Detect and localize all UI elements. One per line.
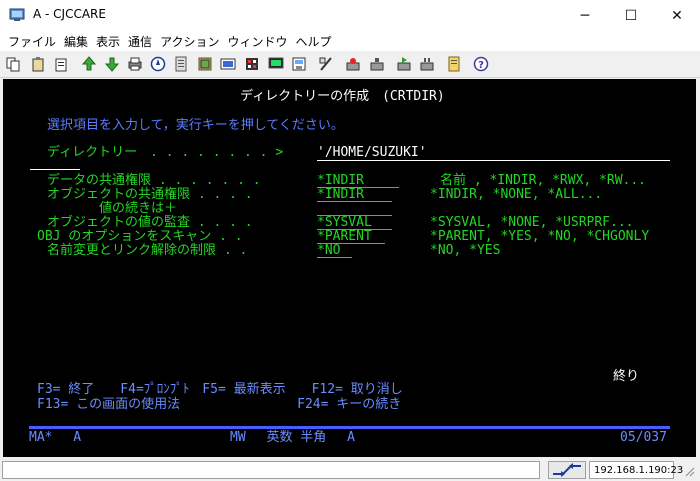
choices-scan-option: *PARENT, *YES, *NO, *CHGONLY xyxy=(430,229,650,244)
terminal-app-icon xyxy=(9,8,25,21)
upload-icon[interactable] xyxy=(80,55,98,73)
macro-icon[interactable] xyxy=(219,55,237,73)
help-icon[interactable]: ? xyxy=(472,55,490,73)
input-restrict-rename-underline xyxy=(317,257,352,258)
input-object-authority[interactable]: *INDIR xyxy=(317,188,364,202)
menu-file[interactable]: ファイル xyxy=(4,33,60,50)
download-icon[interactable] xyxy=(103,55,121,73)
window-title: A - CJCCARE xyxy=(33,7,106,21)
label-object-authority: オブジェクトの共通権限 . . . . xyxy=(47,187,253,202)
connection-status-icon xyxy=(548,461,586,479)
stop-icon[interactable] xyxy=(368,55,386,73)
print-icon[interactable] xyxy=(126,55,144,73)
paste-icon[interactable] xyxy=(29,55,47,73)
label-data-authority: データの共通権限 . . . . . . . xyxy=(47,173,261,188)
status-message-field xyxy=(2,461,540,479)
display-icon[interactable] xyxy=(267,55,285,73)
oia-session: MA* A xyxy=(29,430,82,445)
label-scan-option: OBJ のオプションをスキャン . . xyxy=(37,229,243,244)
keyboard-icon[interactable] xyxy=(317,55,335,73)
menu-edit[interactable]: 編集 xyxy=(60,33,92,50)
function-keys-line-2[interactable]: F13= この画面の使用法 F24= キーの続き xyxy=(37,398,401,412)
oia-cursor-position: 05/037 xyxy=(620,430,667,445)
menu-help[interactable]: ヘルプ xyxy=(291,33,335,50)
oia-mode: MW 英数 半角 A xyxy=(230,430,355,445)
disk-icon[interactable] xyxy=(290,55,308,73)
label-restrict-rename: 名前変更とリンク解除の制限 . . xyxy=(47,243,248,258)
title-bar: A - CJCCARE ─ ☐ ✕ xyxy=(0,0,700,31)
choices-object-authority: *INDIR, *NONE, *ALL... xyxy=(430,187,603,202)
end-label: 終り xyxy=(613,369,640,384)
maximize-button[interactable]: ☐ xyxy=(608,0,654,31)
minimize-button[interactable]: ─ xyxy=(562,0,608,31)
svg-text:?: ? xyxy=(478,60,484,71)
status-bar: 192.168.1.190:23 xyxy=(0,458,700,481)
label-more-values: 値の続きは＋ xyxy=(47,201,178,216)
menu-bar: ファイル 編集 表示 通信 アクション ウィンドウ ヘルプ xyxy=(0,31,700,51)
input-scan-option[interactable]: *PARENT xyxy=(317,230,372,244)
host-address: 192.168.1.190:23 xyxy=(589,461,683,479)
dir-input-underline xyxy=(317,160,670,161)
keypad-icon[interactable] xyxy=(243,55,261,73)
choices-restrict-rename: *NO, *YES xyxy=(430,243,501,258)
menu-action[interactable]: アクション xyxy=(156,33,223,50)
input-data-authority[interactable]: *INDIR xyxy=(317,174,364,188)
function-keys-line-1[interactable]: F3= 終了 F4=ﾌﾟﾛﾝﾌﾟﾄ F5= 最新表示 F12= 取り消し xyxy=(37,383,403,397)
terminal-screen[interactable]: ディレクトリーの作成 (CRTDIR) 選択項目を入力して，実行キーを押してくだ… xyxy=(3,79,696,457)
input-object-audit[interactable]: *SYSVAL xyxy=(317,216,372,230)
screen-title: ディレクトリーの作成 (CRTDIR) xyxy=(240,89,445,104)
label-object-audit: オブジェクトの値の監査 . . . . xyxy=(47,215,253,230)
record-icon[interactable] xyxy=(344,55,362,73)
menu-communication[interactable]: 通信 xyxy=(124,33,156,50)
clipboard-icon[interactable] xyxy=(52,55,70,73)
choices-object-audit: *SYSVAL, *NONE, *USRPRF... xyxy=(430,215,634,230)
play-icon[interactable] xyxy=(395,55,413,73)
compass-icon[interactable] xyxy=(149,55,167,73)
pause-icon[interactable] xyxy=(418,55,436,73)
dir-continuation-line xyxy=(30,169,80,170)
input-restrict-rename[interactable]: *NO xyxy=(317,244,340,258)
menu-view[interactable]: 表示 xyxy=(92,33,124,50)
close-button[interactable]: ✕ xyxy=(654,0,700,31)
screen-instruction: 選択項目を入力して，実行キーを押してください。 xyxy=(47,118,344,133)
copy-icon[interactable] xyxy=(4,55,22,73)
note-icon[interactable] xyxy=(445,55,463,73)
oia-divider xyxy=(29,426,670,429)
dir-input[interactable]: '/HOME/SUZUKI' xyxy=(317,146,427,160)
dir-label: ディレクトリー . . . . . . . . > xyxy=(47,145,284,160)
menu-window[interactable]: ウィンドウ xyxy=(223,33,291,50)
toolbar: ? xyxy=(0,51,700,78)
resize-grip-icon[interactable] xyxy=(683,465,695,477)
choices-data-authority: 名前 , *INDIR, *RWX, *RW... xyxy=(440,173,647,188)
page-icon[interactable] xyxy=(172,55,190,73)
stack-icon[interactable] xyxy=(196,55,214,73)
input-object-authority-underline xyxy=(317,201,392,202)
